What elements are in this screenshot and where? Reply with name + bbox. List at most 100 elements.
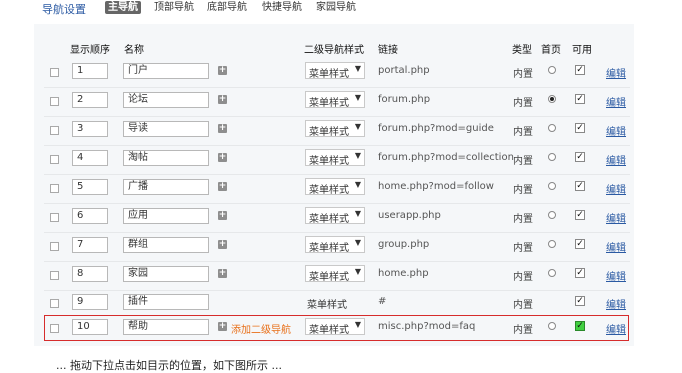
name-input[interactable]: 家园 [123, 266, 209, 282]
enabled-checkbox[interactable]: ✓ [575, 239, 585, 249]
edit-link[interactable]: 编辑 [606, 239, 626, 254]
home-radio[interactable] [548, 124, 556, 132]
header-home: 首页 [541, 45, 561, 56]
type-text: 内置 [513, 127, 533, 138]
table-row: 4 淘帖 + 菜单样式 ▼ forum.php?mod=collection 内置… [44, 147, 634, 175]
sub-style-select[interactable]: 菜单样式 ▼ [305, 62, 365, 80]
header-sub-style: 二级导航样式 [304, 45, 364, 56]
order-input[interactable]: 1 [72, 63, 108, 79]
row-select-checkbox[interactable] [50, 242, 59, 251]
tab-quick-nav[interactable]: 快捷导航 [259, 1, 305, 14]
header-order: 显示顺序 [70, 45, 110, 56]
enabled-checkbox[interactable]: ✓ [575, 268, 585, 278]
name-input[interactable]: 门户 [123, 63, 209, 79]
row-divider [44, 203, 630, 204]
row-select-checkbox[interactable] [50, 126, 59, 135]
order-input[interactable]: 5 [72, 179, 108, 195]
home-radio[interactable] [548, 153, 556, 161]
edit-link[interactable]: 编辑 [606, 123, 626, 138]
add-sub-nav-icon[interactable]: + [218, 240, 227, 249]
type-text: 内置 [513, 185, 533, 196]
edit-link[interactable]: 编辑 [606, 65, 626, 80]
row-divider [44, 261, 630, 262]
enabled-checkbox[interactable]: ✓ [575, 152, 585, 162]
table-row: 1 门户 + 菜单样式 ▼ portal.php 内置 ✓ 编辑 [44, 60, 634, 88]
row-select-checkbox[interactable] [50, 68, 59, 77]
link-text: forum.php [378, 94, 431, 105]
home-radio[interactable] [548, 269, 556, 277]
tab-bottom-nav[interactable]: 底部导航 [204, 1, 250, 14]
table-row: 5 广播 + 菜单样式 ▼ home.php?mod=follow 内置 ✓ 编辑 [44, 176, 634, 204]
home-radio[interactable] [548, 240, 556, 248]
edit-link[interactable]: 编辑 [606, 152, 626, 167]
type-text: 内置 [513, 98, 533, 109]
add-sub-nav-icon[interactable]: + [218, 124, 227, 133]
add-sub-nav-icon[interactable]: + [218, 211, 227, 220]
enabled-checkbox[interactable]: ✓ [575, 65, 585, 75]
name-input[interactable]: 淘帖 [123, 150, 209, 166]
header-link: 链接 [378, 45, 398, 56]
row-select-checkbox[interactable] [50, 97, 59, 106]
tab-top-nav[interactable]: 顶部导航 [151, 1, 197, 14]
link-text: forum.php?mod=collection [378, 152, 514, 163]
name-input[interactable]: 导读 [123, 121, 209, 137]
sub-style-text: 菜单样式 [307, 300, 347, 311]
row-select-checkbox[interactable] [50, 271, 59, 280]
order-input[interactable]: 2 [72, 92, 108, 108]
enabled-checkbox[interactable]: ✓ [575, 123, 585, 133]
link-text: forum.php?mod=guide [378, 123, 494, 134]
enabled-checkbox[interactable]: ✓ [575, 296, 585, 306]
row-divider [44, 116, 630, 117]
enabled-checkbox[interactable]: ✓ [575, 181, 585, 191]
sub-style-select[interactable]: 菜单样式 ▼ [305, 236, 365, 254]
link-text: portal.php [378, 65, 430, 76]
type-text: 内置 [513, 243, 533, 254]
enabled-checkbox[interactable]: ✓ [575, 94, 585, 104]
footnote-text: ... 拖动下拉点击如目示的位置，如下图所示 ... [56, 359, 282, 372]
tab-home-nav[interactable]: 家园导航 [313, 1, 359, 14]
home-radio[interactable] [548, 95, 556, 103]
name-input[interactable]: 插件 [123, 294, 209, 310]
table-row: 6 应用 + 菜单样式 ▼ userapp.php 内置 ✓ 编辑 [44, 205, 634, 233]
row-select-checkbox[interactable] [50, 213, 59, 222]
order-input[interactable]: 9 [72, 294, 108, 310]
order-input[interactable]: 4 [72, 150, 108, 166]
edit-link[interactable]: 编辑 [606, 268, 626, 283]
order-input[interactable]: 7 [72, 237, 108, 253]
type-text: 内置 [513, 156, 533, 167]
enabled-checkbox[interactable]: ✓ [575, 210, 585, 220]
row-select-checkbox[interactable] [50, 299, 59, 308]
home-radio[interactable] [548, 66, 556, 74]
add-sub-nav-icon[interactable]: + [218, 182, 227, 191]
table-row: 3 导读 + 菜单样式 ▼ forum.php?mod=guide 内置 ✓ 编辑 [44, 118, 634, 146]
edit-link[interactable]: 编辑 [606, 181, 626, 196]
edit-link[interactable]: 编辑 [606, 210, 626, 225]
name-input[interactable]: 论坛 [123, 92, 209, 108]
table-row: 8 家园 + 菜单样式 ▼ home.php 内置 ✓ 编辑 [44, 263, 634, 291]
add-sub-nav-icon[interactable]: + [218, 269, 227, 278]
sub-style-select[interactable]: 菜单样式 ▼ [305, 91, 365, 109]
order-input[interactable]: 6 [72, 208, 108, 224]
row-select-checkbox[interactable] [50, 155, 59, 164]
tab-main-nav[interactable]: 主导航 [105, 1, 141, 14]
sub-style-select[interactable]: 菜单样式 ▼ [305, 149, 365, 167]
order-input[interactable]: 3 [72, 121, 108, 137]
header-enabled: 可用 [572, 45, 592, 56]
home-radio[interactable] [548, 211, 556, 219]
name-input[interactable]: 群组 [123, 237, 209, 253]
add-sub-nav-icon[interactable]: + [218, 66, 227, 75]
sub-style-select[interactable]: 菜单样式 ▼ [305, 265, 365, 283]
sub-style-select[interactable]: 菜单样式 ▼ [305, 207, 365, 225]
name-input[interactable]: 应用 [123, 208, 209, 224]
highlight-box [44, 315, 629, 341]
add-sub-nav-icon[interactable]: + [218, 153, 227, 162]
sub-style-select[interactable]: 菜单样式 ▼ [305, 120, 365, 138]
edit-link[interactable]: 编辑 [606, 94, 626, 109]
order-input[interactable]: 8 [72, 266, 108, 282]
row-select-checkbox[interactable] [50, 184, 59, 193]
sub-style-select[interactable]: 菜单样式 ▼ [305, 178, 365, 196]
name-input[interactable]: 广播 [123, 179, 209, 195]
add-sub-nav-icon[interactable]: + [218, 95, 227, 104]
home-radio[interactable] [548, 182, 556, 190]
edit-link[interactable]: 编辑 [606, 296, 626, 311]
